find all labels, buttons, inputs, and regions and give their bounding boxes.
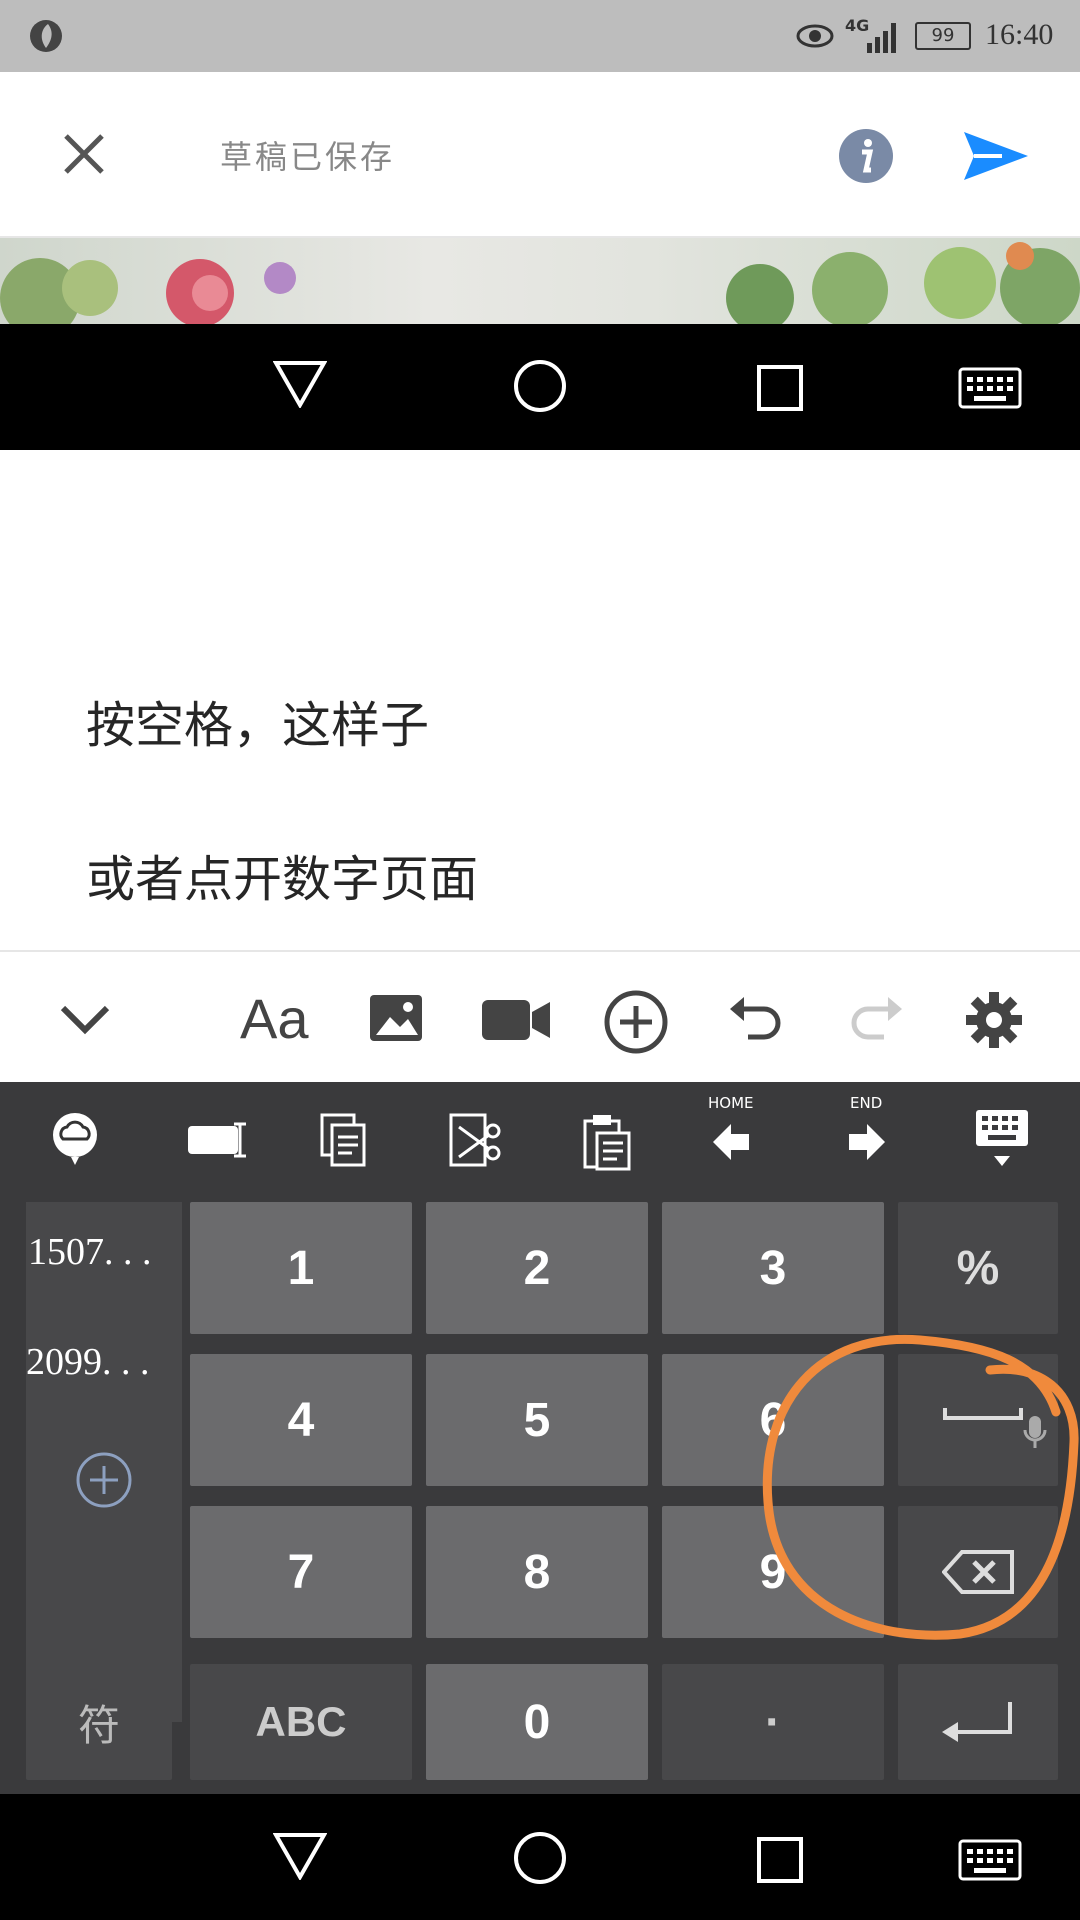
gear-icon xyxy=(966,992,1022,1048)
keyboard-toggle-button[interactable] xyxy=(955,1832,1025,1888)
battery-indicator: 99 xyxy=(915,22,971,50)
editor-line[interactable]: 按空格，这样子 xyxy=(86,686,429,757)
editor-line[interactable]: 或者点开数字页面 xyxy=(86,840,478,911)
recents-square-icon xyxy=(757,1837,803,1883)
recents-nav-button[interactable] xyxy=(750,358,810,418)
undo-icon xyxy=(730,997,781,1040)
keyboard-toolbar: HOME END xyxy=(0,1082,1080,1194)
arrow-left-icon xyxy=(713,1124,749,1160)
send-icon xyxy=(964,132,1028,180)
cloud-icon xyxy=(53,1113,97,1165)
key-1[interactable]: 1 xyxy=(190,1202,412,1334)
insert-video-button[interactable] xyxy=(478,992,554,1048)
add-button[interactable] xyxy=(602,988,670,1056)
clipboard-icon xyxy=(583,1115,631,1171)
home-circle-icon xyxy=(514,360,566,412)
system-nav-bar-bottom xyxy=(0,1794,1080,1920)
insert-image-button[interactable] xyxy=(366,990,426,1046)
home-nav-button[interactable] xyxy=(510,1828,570,1888)
format-toolbar: Aa xyxy=(0,950,1080,1082)
app-notification-icon xyxy=(26,16,66,56)
paste-button[interactable] xyxy=(582,1112,634,1172)
annotation-circle xyxy=(762,1334,1079,1640)
back-triangle-icon xyxy=(273,1833,327,1880)
abc-key[interactable]: ABC xyxy=(190,1664,412,1780)
status-bar: 4G 99 16:40 xyxy=(0,0,1080,72)
end-key-label: END xyxy=(850,1094,883,1112)
info-button[interactable] xyxy=(838,128,894,184)
end-key[interactable] xyxy=(846,1120,888,1164)
recents-square-icon xyxy=(757,365,803,411)
send-button[interactable] xyxy=(960,124,1032,188)
info-icon xyxy=(839,129,893,183)
system-nav-bar xyxy=(0,324,1080,450)
key-0[interactable]: 0 xyxy=(426,1664,648,1780)
close-button[interactable] xyxy=(52,122,116,186)
plus-circle-icon xyxy=(76,1452,132,1508)
hide-keyboard-button[interactable] xyxy=(972,1106,1032,1172)
symbols-key[interactable]: 符 xyxy=(26,1664,172,1780)
recents-nav-button[interactable] xyxy=(750,1830,810,1890)
eye-comfort-icon xyxy=(795,18,835,54)
top-bar: 草稿已保存 xyxy=(0,72,1080,238)
text-select-icon xyxy=(188,1122,246,1158)
redo-button[interactable] xyxy=(846,992,906,1048)
home-circle-icon xyxy=(514,1832,566,1884)
select-cursor-button[interactable] xyxy=(184,1118,250,1162)
video-camera-icon xyxy=(482,1000,550,1040)
arrow-right-icon xyxy=(849,1124,885,1160)
keyboard-hide-icon xyxy=(976,1110,1028,1166)
copy-icon xyxy=(320,1113,366,1167)
clock: 16:40 xyxy=(985,18,1054,51)
back-nav-button[interactable] xyxy=(270,354,330,414)
home-key[interactable] xyxy=(710,1120,752,1164)
redo-icon xyxy=(851,997,902,1040)
chevron-down-icon xyxy=(60,1005,110,1035)
key-8[interactable]: 8 xyxy=(426,1506,648,1638)
number-candidate[interactable]: 1507. . . xyxy=(28,1230,152,1274)
keyboard: HOME END 1507. . . 2099. . . 1 2 3 % 4 5… xyxy=(0,1082,1080,1794)
key-2[interactable]: 2 xyxy=(426,1202,648,1334)
number-candidate[interactable]: 2099. . . xyxy=(26,1340,150,1384)
scissors-icon xyxy=(449,1113,501,1167)
plus-circle-icon xyxy=(604,990,668,1054)
signal-icon xyxy=(865,18,905,54)
editor-area[interactable]: 按空格，这样子 或者点开数字页面 xyxy=(0,450,1080,950)
undo-button[interactable] xyxy=(726,992,786,1048)
key-7[interactable]: 7 xyxy=(190,1506,412,1638)
back-triangle-icon xyxy=(273,361,327,408)
cloud-button[interactable] xyxy=(50,1110,100,1166)
collapse-button[interactable] xyxy=(50,992,120,1048)
image-icon xyxy=(370,995,422,1041)
add-candidate-button[interactable] xyxy=(74,1450,134,1510)
keyboard-toggle-button[interactable] xyxy=(955,360,1025,416)
keyboard-icon xyxy=(958,1839,1022,1881)
home-nav-button[interactable] xyxy=(510,356,570,416)
cut-button[interactable] xyxy=(448,1112,504,1170)
close-icon xyxy=(64,134,104,174)
font-format-button[interactable]: Aa xyxy=(240,986,309,1051)
settings-button[interactable] xyxy=(962,988,1026,1052)
key-5[interactable]: 5 xyxy=(426,1354,648,1486)
draft-saved-label: 草稿已保存 xyxy=(220,138,396,176)
copy-button[interactable] xyxy=(318,1112,370,1170)
key-4[interactable]: 4 xyxy=(190,1354,412,1486)
keyboard-icon xyxy=(958,367,1022,409)
home-key-label: HOME xyxy=(708,1094,754,1112)
header-image xyxy=(0,238,1080,324)
back-nav-button[interactable] xyxy=(270,1826,330,1886)
